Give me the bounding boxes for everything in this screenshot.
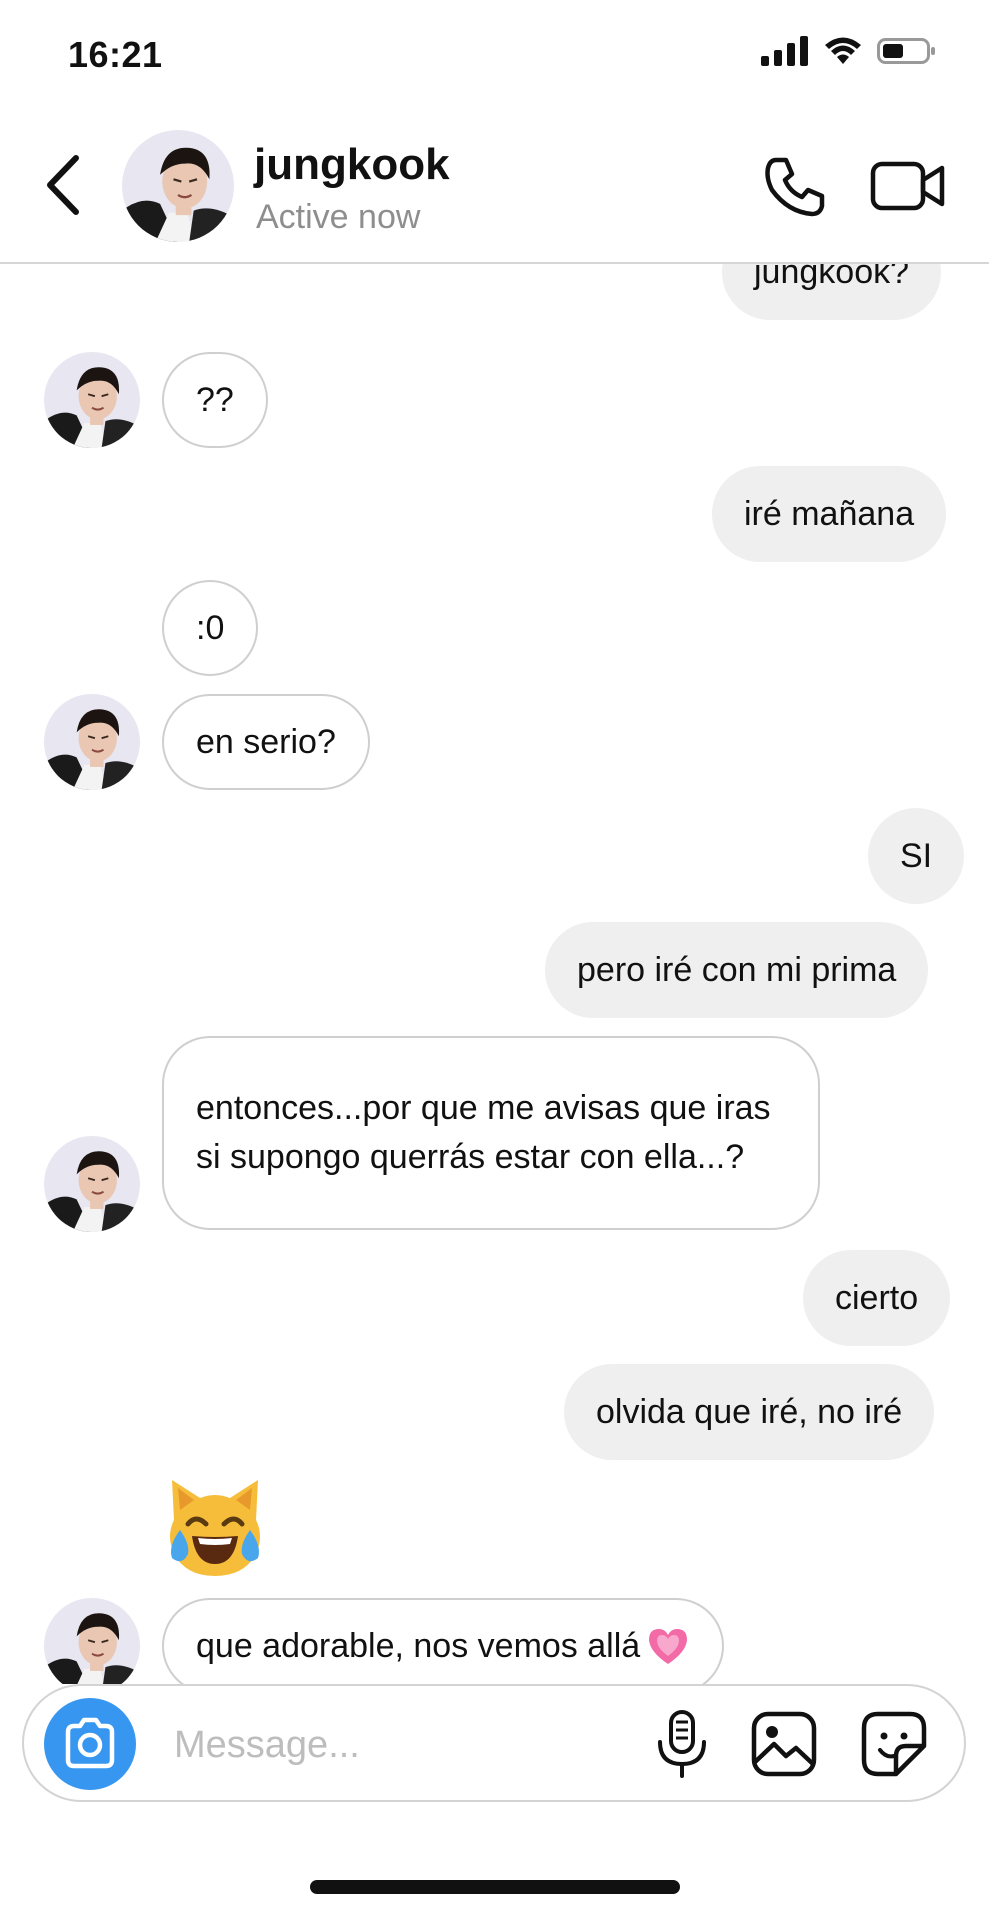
incoming-message[interactable]: entonces...por que me avisas que iras si… bbox=[162, 1036, 820, 1230]
chevron-left-icon bbox=[47, 155, 79, 215]
outgoing-message[interactable]: SI bbox=[868, 808, 965, 904]
wifi-icon bbox=[825, 37, 861, 64]
message-composer bbox=[22, 1684, 966, 1802]
incoming-message[interactable]: en serio? bbox=[162, 694, 370, 790]
back-button[interactable] bbox=[40, 152, 90, 218]
outgoing-message[interactable]: iré mañana bbox=[712, 466, 947, 562]
sticker-button[interactable] bbox=[860, 1710, 928, 1778]
contact-name[interactable]: jungkook bbox=[254, 140, 450, 190]
gallery-button[interactable] bbox=[750, 1710, 818, 1778]
chat-header: jungkook Active now bbox=[0, 110, 989, 264]
incoming-message[interactable]: :0 bbox=[162, 580, 259, 676]
sticker-icon bbox=[861, 1711, 927, 1777]
contact-avatar-small[interactable] bbox=[44, 352, 140, 448]
image-icon bbox=[751, 1711, 817, 1777]
message-input[interactable] bbox=[172, 1716, 656, 1774]
message-thread[interactable]: jungkook? ?? iré mañana :0 en serio? SI … bbox=[0, 264, 989, 1684]
contact-avatar-small[interactable] bbox=[44, 1598, 140, 1684]
battery-icon bbox=[877, 38, 935, 64]
outgoing-message[interactable]: pero iré con mi prima bbox=[545, 922, 929, 1018]
camera-icon bbox=[65, 1717, 115, 1769]
home-indicator[interactable] bbox=[310, 1880, 680, 1894]
video-camera-icon bbox=[870, 161, 945, 211]
message-text: que adorable, nos vemos allá bbox=[196, 1626, 641, 1665]
incoming-message[interactable]: ?? bbox=[162, 352, 268, 448]
status-icons bbox=[761, 36, 937, 66]
outgoing-message[interactable]: cierto bbox=[803, 1250, 951, 1346]
camera-button[interactable] bbox=[44, 1698, 136, 1790]
voice-message-button[interactable] bbox=[652, 1708, 712, 1780]
contact-avatar-small[interactable] bbox=[44, 694, 140, 790]
outgoing-message[interactable]: olvida que iré, no iré bbox=[564, 1364, 935, 1460]
microphone-icon bbox=[658, 1710, 706, 1778]
incoming-message[interactable]: que adorable, nos vemos allá bbox=[162, 1598, 725, 1684]
cat-tears-of-joy-icon[interactable] bbox=[160, 1474, 270, 1584]
growing-heart-icon bbox=[649, 1629, 688, 1664]
cellular-signal-icon bbox=[761, 36, 808, 66]
contact-avatar-small[interactable] bbox=[44, 1136, 140, 1232]
contact-avatar[interactable] bbox=[122, 130, 234, 242]
video-call-button[interactable] bbox=[870, 158, 946, 214]
status-time: 16:21 bbox=[68, 34, 163, 75]
outgoing-message[interactable]: jungkook? bbox=[722, 264, 942, 320]
contact-active-status: Active now bbox=[256, 198, 421, 236]
audio-call-button[interactable] bbox=[762, 154, 828, 220]
phone-icon bbox=[765, 157, 825, 217]
status-bar: 16:21 bbox=[0, 0, 989, 110]
